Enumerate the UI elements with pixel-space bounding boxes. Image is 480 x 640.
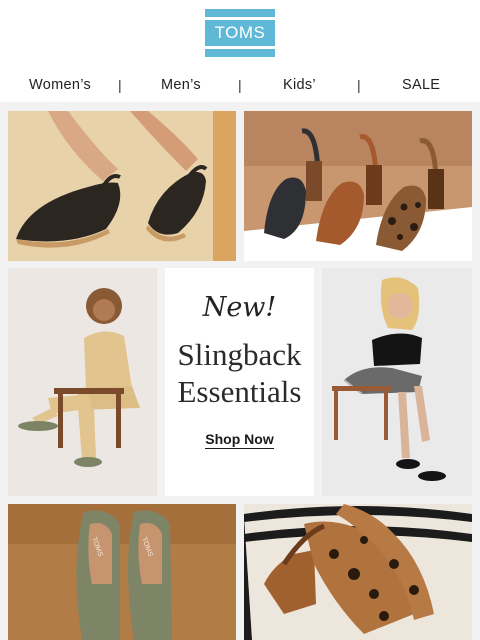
nav-men[interactable]: Men’s — [161, 77, 201, 93]
shop-now-label: Shop Now — [205, 431, 274, 449]
promo-title: Slingback Essentials — [165, 336, 314, 410]
logo-stripe-bottom — [205, 46, 275, 49]
nav-women[interactable]: Women’s — [29, 77, 91, 93]
black-slingback-mules-photo[interactable] — [8, 111, 236, 261]
nav-separator: | — [238, 77, 242, 93]
nav-separator: | — [357, 77, 361, 93]
nav-sale[interactable]: SALE — [402, 77, 440, 93]
black-top-illustration — [322, 268, 472, 496]
three-slingback-flats-photo[interactable] — [244, 111, 472, 261]
logo-text: TOMS — [214, 23, 266, 42]
promo-title-line2: Essentials — [177, 374, 302, 409]
mules-illustration — [8, 111, 236, 261]
sage-pair-illustration: TOMS TOMS — [8, 504, 236, 640]
sage-slingback-pair-photo[interactable]: TOMS TOMS — [8, 504, 236, 640]
promo-eyebrow: New! — [202, 292, 277, 323]
logo-stripe-top — [205, 17, 275, 20]
nav-separator: | — [118, 77, 122, 93]
beige-suit-illustration — [8, 268, 157, 496]
promo-title-line1: Slingback — [177, 337, 302, 372]
leopard-slingback-photo[interactable] — [244, 504, 472, 640]
leopard-illustration — [244, 504, 472, 640]
toms-logo[interactable]: TOMS — [205, 9, 275, 57]
woman-in-black-top-photo[interactable] — [322, 268, 472, 496]
flats-illustration — [244, 111, 472, 261]
category-nav: Women’s | Men’s | Kids’ | SALE — [0, 70, 480, 102]
product-grid: New! Slingback Essentials Shop Now TOMS … — [0, 102, 480, 640]
shop-now-link[interactable]: Shop Now — [165, 431, 314, 449]
woman-in-beige-suit-photo[interactable] — [8, 268, 157, 496]
promo-card: New! Slingback Essentials Shop Now — [165, 268, 314, 496]
email-header: TOMS — [0, 0, 480, 70]
nav-kids[interactable]: Kids’ — [283, 77, 316, 93]
